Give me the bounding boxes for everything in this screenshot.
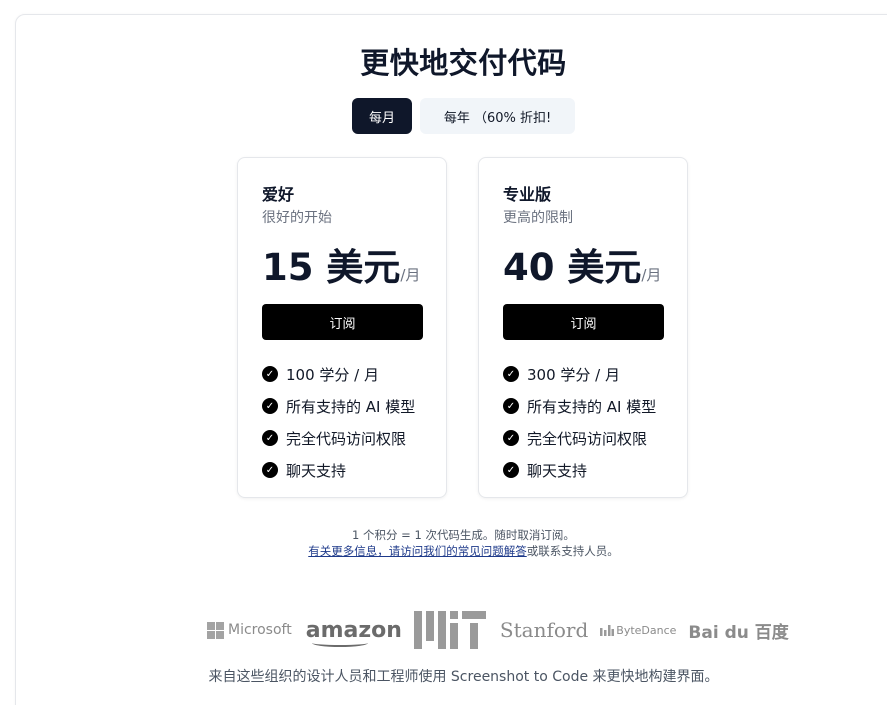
check-icon: ✓	[262, 462, 278, 478]
amazon-logo: amazon	[306, 618, 402, 647]
microsoft-logo-text: Microsoft	[228, 622, 292, 638]
bytedance-logo-text: ByteDance	[616, 623, 677, 637]
plan-price: 15 美元	[262, 246, 401, 289]
feature-label: 聊天支持	[527, 461, 588, 480]
feature-label: 所有支持的 AI 模型	[527, 397, 657, 416]
feature-label: 所有支持的 AI 模型	[286, 397, 416, 416]
check-icon: ✓	[262, 398, 278, 414]
subscribe-button[interactable]: 订阅	[503, 304, 664, 340]
feature-label: 聊天支持	[286, 461, 347, 480]
baidu-logo: Bai du 百度	[688, 622, 789, 643]
page-title: 更快地交付代码	[360, 46, 567, 80]
feature-label: 完全代码访问权限	[527, 429, 648, 448]
feature-item: ✓ 聊天支持	[503, 454, 663, 486]
plan-subtitle: 很好的开始	[262, 210, 332, 226]
faq-note: 有关更多信息，请访问我们的常见问题解答或联系支持人员。	[0, 543, 887, 559]
feature-label: 300 学分 / 月	[527, 365, 620, 384]
bytedance-logo: ByteDance	[600, 624, 676, 637]
check-icon: ✓	[503, 366, 519, 382]
credits-note: 1 个积分 = 1 次代码生成。随时取消订阅。	[352, 528, 575, 542]
feature-item: ✓ 所有支持的 AI 模型	[503, 390, 663, 422]
check-icon: ✓	[262, 430, 278, 446]
footer-text: 来自这些组织的设计人员和工程师使用 Screenshot to Code 来更快…	[208, 669, 719, 685]
plan-card-pro: 专业版 更高的限制 40 美元 /月 订阅 ✓ 300 学分 / 月 ✓ 所有支持的…	[478, 157, 688, 498]
amazon-smile-icon	[311, 639, 368, 647]
feature-label: 100 学分 / 月	[286, 365, 379, 384]
feature-item: ✓ 100 学分 / 月	[262, 358, 422, 390]
plan-name: 专业版	[503, 185, 552, 204]
windows-icon	[207, 621, 224, 639]
microsoft-logo: Microsoft	[207, 621, 292, 639]
feature-item: ✓ 完全代码访问权限	[503, 422, 663, 454]
plan-period: /月	[400, 266, 421, 284]
billing-toggle: 每月 每年 （60% 折扣!	[352, 98, 575, 134]
faq-note-suffix: 或联系支持人员。	[526, 544, 619, 558]
mit-logo-icon	[413, 611, 486, 649]
faq-link[interactable]: 有关更多信息，请访问我们的常见问题解答	[308, 544, 527, 558]
stanford-logo: Stanford	[499, 618, 589, 642]
check-icon: ✓	[503, 430, 519, 446]
feature-item: ✓ 完全代码访问权限	[262, 422, 422, 454]
feature-item: ✓ 聊天支持	[262, 454, 422, 486]
plan-name: 爱好	[262, 185, 295, 204]
check-icon: ✓	[503, 398, 519, 414]
price-row: 15 美元 /月	[262, 246, 422, 290]
check-icon: ✓	[503, 462, 519, 478]
feature-list: ✓ 100 学分 / 月 ✓ 所有支持的 AI 模型 ✓ 完全代码访问权限 ✓ 聊天支持	[262, 358, 422, 486]
feature-label: 完全代码访问权限	[286, 429, 407, 448]
feature-item: ✓ 所有支持的 AI 模型	[262, 390, 422, 422]
bytedance-icon	[600, 624, 615, 636]
plan-price: 40 美元	[503, 246, 642, 289]
company-logos: Microsoft amazon Stanford ByteDance Bai …	[207, 605, 789, 655]
monthly-toggle-button[interactable]: 每月	[352, 98, 412, 134]
subscribe-button[interactable]: 订阅	[262, 304, 423, 340]
price-row: 40 美元 /月	[503, 246, 663, 290]
feature-item: ✓ 300 学分 / 月	[503, 358, 663, 390]
plan-card-hobby: 爱好 很好的开始 15 美元 /月 订阅 ✓ 100 学分 / 月 ✓ 所有支持的 …	[237, 157, 447, 498]
plan-period: /月	[641, 266, 662, 284]
yearly-toggle-button[interactable]: 每年 （60% 折扣!	[420, 98, 575, 134]
check-icon: ✓	[262, 366, 278, 382]
plan-subtitle: 更高的限制	[503, 210, 573, 226]
mit-logo	[413, 611, 486, 649]
feature-list: ✓ 300 学分 / 月 ✓ 所有支持的 AI 模型 ✓ 完全代码访问权限 ✓ 聊天支持	[503, 358, 663, 486]
